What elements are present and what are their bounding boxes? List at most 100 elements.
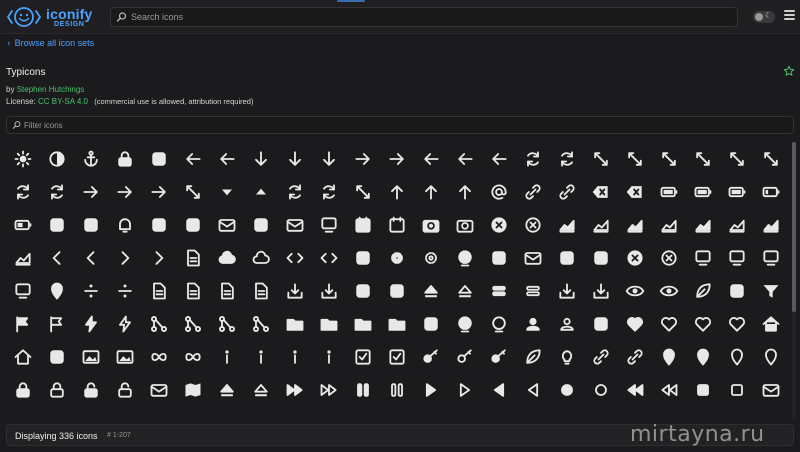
icon-cell-flag[interactable] bbox=[6, 307, 40, 340]
icon-cell-input-checked-outline[interactable] bbox=[380, 340, 414, 373]
icon-cell-heart-full-outline[interactable] bbox=[652, 307, 686, 340]
icon-cell-arrow-move[interactable] bbox=[720, 142, 754, 175]
icon-cell-lock-badge[interactable] bbox=[108, 142, 142, 175]
icon-cell-arrow-down-thick[interactable] bbox=[312, 142, 346, 175]
icon-cell-dropbox[interactable] bbox=[346, 274, 380, 307]
icon-cell-flash[interactable] bbox=[74, 307, 108, 340]
icon-cell-image-outline[interactable] bbox=[108, 340, 142, 373]
icon-cell-chart-bar[interactable] bbox=[618, 208, 652, 241]
icon-cell-cloud-storage-outline[interactable] bbox=[244, 241, 278, 274]
icon-cell-key[interactable] bbox=[414, 340, 448, 373]
icon-cell-eject[interactable] bbox=[414, 274, 448, 307]
icon-cell-calendar[interactable] bbox=[346, 208, 380, 241]
icon-cell-book[interactable] bbox=[142, 208, 176, 241]
icon-cell-flow-merge[interactable] bbox=[176, 307, 210, 340]
icon-cell-beer[interactable] bbox=[74, 208, 108, 241]
icon-cell-folder-open[interactable] bbox=[380, 307, 414, 340]
icon-cell-lock-closed-outline[interactable] bbox=[40, 373, 74, 406]
icon-cell-media-play-reverse-outline[interactable] bbox=[516, 373, 550, 406]
icon-cell-arrow-up-thick[interactable] bbox=[448, 175, 482, 208]
icon-cell-arrow-up-outline[interactable] bbox=[414, 175, 448, 208]
icon-cell-download[interactable] bbox=[278, 274, 312, 307]
icon-cell-cancel-outline[interactable] bbox=[516, 208, 550, 241]
icon-cell-input-checked[interactable] bbox=[346, 340, 380, 373]
icon-cell-battery-low[interactable] bbox=[754, 175, 788, 208]
icon-cell-lock-open[interactable] bbox=[74, 373, 108, 406]
icon-cell-folder-add[interactable] bbox=[312, 307, 346, 340]
icon-cell-coffee[interactable] bbox=[346, 241, 380, 274]
icon-cell-sun[interactable] bbox=[6, 142, 40, 175]
icon-cell-attachment[interactable] bbox=[516, 175, 550, 208]
icon-cell-flow-children[interactable] bbox=[142, 307, 176, 340]
icon-cell-arrow-loop-outline[interactable] bbox=[550, 142, 584, 175]
icon-cell-map[interactable] bbox=[176, 373, 210, 406]
icon-cell-flag-outline[interactable] bbox=[40, 307, 74, 340]
icon-cell-media-eject[interactable] bbox=[210, 373, 244, 406]
icon-cell-arrow-sorted-up[interactable] bbox=[244, 175, 278, 208]
icon-cell-battery-mid[interactable] bbox=[6, 208, 40, 241]
icon-cell-briefcase[interactable] bbox=[210, 208, 244, 241]
icon-cell-info-large[interactable] bbox=[244, 340, 278, 373]
icon-cell-chart-line[interactable] bbox=[686, 208, 720, 241]
icon-cell-directions[interactable] bbox=[40, 274, 74, 307]
icon-cell-backspace[interactable] bbox=[584, 175, 618, 208]
icon-cell-delete[interactable] bbox=[618, 241, 652, 274]
icon-cell-group[interactable] bbox=[516, 307, 550, 340]
icon-cell-infinity-outline[interactable] bbox=[176, 340, 210, 373]
icon-cell-flow-parallel[interactable] bbox=[210, 307, 244, 340]
icon-cell-infinity[interactable] bbox=[142, 340, 176, 373]
icon-cell-chart-pie-outline[interactable] bbox=[6, 241, 40, 274]
license-link[interactable]: CC BY-SA 4.0 bbox=[38, 97, 88, 106]
icon-cell-document[interactable] bbox=[142, 274, 176, 307]
icon-cell-media-stop-outline[interactable] bbox=[720, 373, 754, 406]
icon-cell-document-add[interactable] bbox=[176, 274, 210, 307]
icon-cell-arrow-repeat-outline[interactable] bbox=[40, 175, 74, 208]
author-link[interactable]: Stephen Hutchings bbox=[17, 85, 85, 94]
icon-cell-battery-full[interactable] bbox=[686, 175, 720, 208]
icon-cell-calculator[interactable] bbox=[312, 208, 346, 241]
icon-cell-globe-outline[interactable] bbox=[482, 307, 516, 340]
icon-cell-media-rewind[interactable] bbox=[618, 373, 652, 406]
icon-cell-divide[interactable] bbox=[74, 274, 108, 307]
icon-cell-camera-outline[interactable] bbox=[448, 208, 482, 241]
icon-cell-lock-open-outline[interactable] bbox=[108, 373, 142, 406]
icon-cell-media-fast-forward[interactable] bbox=[278, 373, 312, 406]
icon-cell-cancel[interactable] bbox=[482, 208, 516, 241]
icon-cell-cloud-storage[interactable] bbox=[210, 241, 244, 274]
icon-cell-media-rewind-outline[interactable] bbox=[652, 373, 686, 406]
search-box[interactable] bbox=[110, 7, 738, 27]
icon-cell-export-outline[interactable] bbox=[584, 274, 618, 307]
icon-cell-media-record[interactable] bbox=[550, 373, 584, 406]
icon-cell-heart[interactable] bbox=[618, 307, 652, 340]
icon-cell-flow-switch[interactable] bbox=[244, 307, 278, 340]
icon-cell-arrow-move-outline[interactable] bbox=[754, 142, 788, 175]
icon-cell-cog[interactable] bbox=[380, 241, 414, 274]
icon-cell-arrow-maximise[interactable] bbox=[584, 142, 618, 175]
icon-cell-key-outline[interactable] bbox=[448, 340, 482, 373]
icon-cell-chevron-left[interactable] bbox=[40, 241, 74, 274]
icon-cell-media-fast-forward-outline[interactable] bbox=[312, 373, 346, 406]
icon-cell-film[interactable] bbox=[720, 274, 754, 307]
icon-cell-device-desktop[interactable] bbox=[686, 241, 720, 274]
icon-cell-device-laptop[interactable] bbox=[720, 241, 754, 274]
icon-cell-beaker[interactable] bbox=[40, 208, 74, 241]
icon-cell-credit-card[interactable] bbox=[516, 241, 550, 274]
icon-cell-download-outline[interactable] bbox=[312, 274, 346, 307]
icon-cell-arrow-repeat[interactable] bbox=[6, 175, 40, 208]
icon-cell-mail[interactable] bbox=[142, 373, 176, 406]
icon-cell-image[interactable] bbox=[74, 340, 108, 373]
browse-all-link[interactable]: ‹ Browse all icon sets bbox=[7, 38, 94, 49]
icon-cell-arrow-back-outline[interactable] bbox=[210, 142, 244, 175]
icon-cell-feather[interactable] bbox=[686, 274, 720, 307]
icon-cell-arrow-shuffle[interactable] bbox=[176, 175, 210, 208]
icon-cell-heart-outline[interactable] bbox=[720, 307, 754, 340]
icon-cell-chart-area-outline[interactable] bbox=[584, 208, 618, 241]
icon-cell-info-outline[interactable] bbox=[312, 340, 346, 373]
icon-cell-media-stop[interactable] bbox=[686, 373, 720, 406]
icon-cell-arrow-down-outline[interactable] bbox=[278, 142, 312, 175]
icon-cell-link[interactable] bbox=[584, 340, 618, 373]
icon-cell-gift[interactable] bbox=[414, 307, 448, 340]
icon-cell-divide-outline[interactable] bbox=[108, 274, 142, 307]
icon-cell-cog-outline[interactable] bbox=[414, 241, 448, 274]
icon-cell-eject-outline[interactable] bbox=[448, 274, 482, 307]
